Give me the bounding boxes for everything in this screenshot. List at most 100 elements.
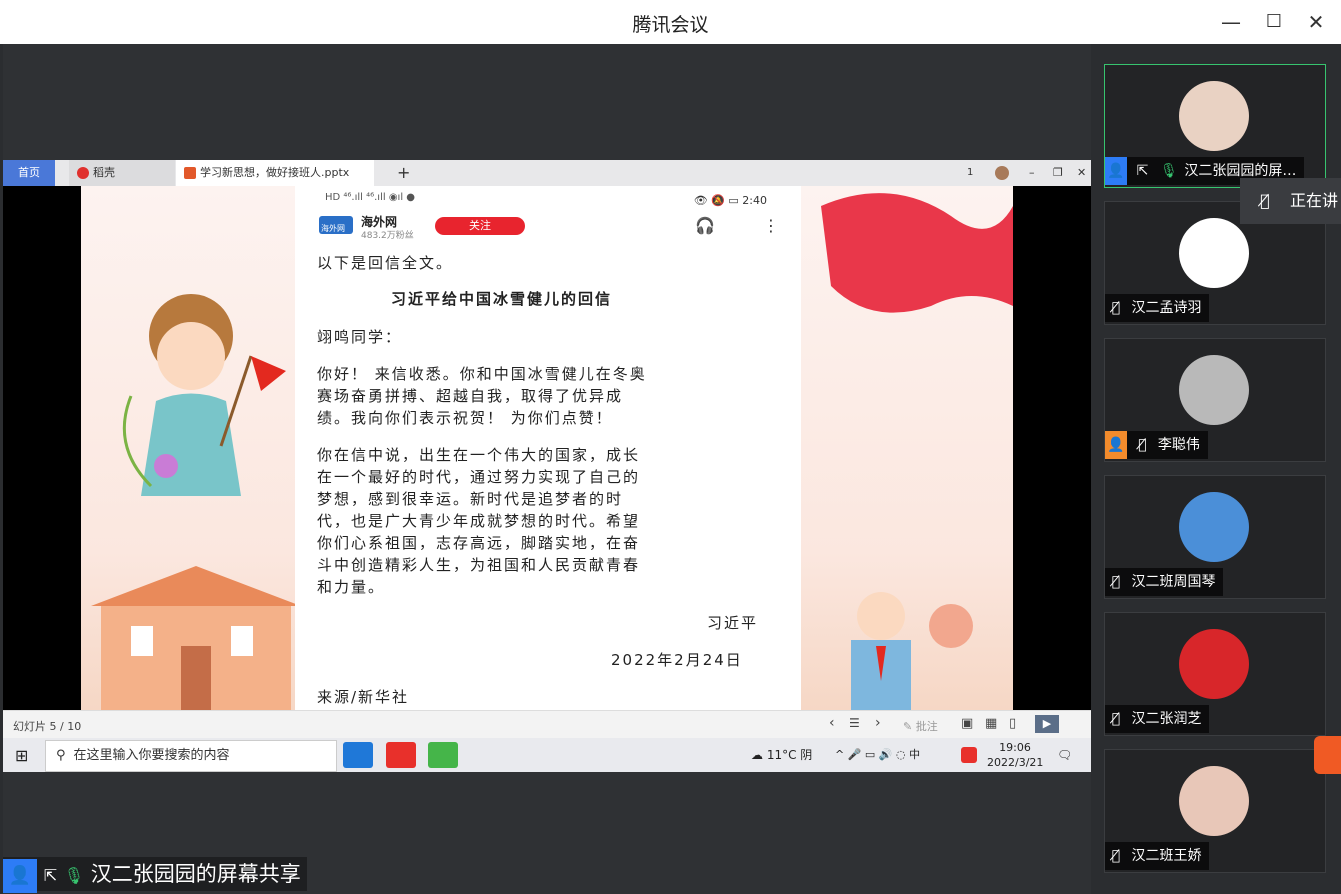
comment-button[interactable]: ✎ 批注 <box>903 718 938 734</box>
weather-text: 11°C 阴 <box>766 748 813 762</box>
letter-title: 习近平给中国冰雪健儿的回信 <box>391 290 613 308</box>
reading-view-icon[interactable]: ▯ <box>1009 716 1016 731</box>
participant-name: 李聪伟 <box>1157 437 1200 453</box>
windows-taskbar: ⊞ ⚲ 在这里输入你要搜索的内容 ☁ 11°C 阴 ^ 🎤 ▭ 🔊 ◌ 中 19:… <box>3 738 1091 772</box>
wps-close-button[interactable]: ✕ <box>1069 160 1086 186</box>
slide-counter: 幻灯片 5 / 10 <box>13 720 82 733</box>
participant-name: 汉二班王娇 <box>1131 848 1202 864</box>
tab-home[interactable]: 首页 <box>3 160 55 186</box>
account-fans: 483.2万粉丝 <box>361 231 414 241</box>
letter-intro: 以下是回信全文。 <box>317 254 454 272</box>
participant-label: 🎙̸ 汉二张润芝 <box>1105 705 1210 733</box>
avatar <box>1179 218 1249 288</box>
tab-daoke-label: 稻壳 <box>93 166 115 179</box>
wps-app-icon[interactable] <box>386 742 416 768</box>
participant-name: 汉二张园园的屏… <box>1184 163 1297 179</box>
ime-indicator: 中 <box>909 748 921 761</box>
house-illustration <box>91 566 301 710</box>
letter-date: 2022年2月24日 <box>611 651 743 669</box>
letter-line: 你们心系祖国，志存高远，脚踏实地，在奋 <box>317 534 641 552</box>
muted-microphone-icon: 🎙̸ <box>1111 574 1121 590</box>
letter-signature: 习近平 <box>707 614 759 632</box>
toast-text: 正在讲 <box>1290 191 1339 210</box>
letter-line: 你在信中说，出生在一个伟大的国家，成长 <box>317 446 641 464</box>
play-slideshow-icon[interactable]: ▶ <box>1035 715 1059 733</box>
phone-status-right: 👁 🔕 ▭ 2:40 <box>693 194 767 207</box>
sorter-view-icon[interactable]: ▦ <box>985 716 997 731</box>
letter-source: 来源/新华社 <box>317 688 410 706</box>
sogou-float-icon[interactable] <box>1314 736 1341 774</box>
participant-label: 🎙̸ 汉二孟诗羽 <box>1105 294 1210 322</box>
outline-icon[interactable]: ☰ <box>849 716 860 730</box>
letter-line: 你好！ 来信收悉。你和中国冰雪健儿在冬奥 <box>317 365 647 383</box>
letter-line: 代，也是广大青少年成就梦想的时代。希望 <box>317 512 641 530</box>
close-button[interactable]: ✕ <box>1302 8 1330 36</box>
participant-name: 汉二班周国琴 <box>1131 574 1216 590</box>
wps-restore-button[interactable]: ❐ <box>1045 160 1063 186</box>
microphone-icon: 🎙 <box>63 866 85 885</box>
wps-minimize-button[interactable]: – <box>1021 160 1035 186</box>
avatar <box>1179 355 1249 425</box>
participant-tile[interactable]: 👤 ⇱ 🎙 汉二张园园的屏… <box>1104 64 1326 188</box>
normal-view-icon[interactable]: ▣ <box>961 716 973 731</box>
headphone-icon: 🎧 <box>695 216 715 235</box>
muted-microphone-icon: 🎙̸ <box>1260 191 1270 210</box>
clock-time: 19:06 <box>999 741 1031 754</box>
letter-salutation: 翊鸣同学： <box>317 328 403 346</box>
shared-screen: 首页 稻壳 学习新思想，做好接班人.pptx ● + 1 – ❐ ✕ <box>3 160 1091 772</box>
wps-tab-bar: 首页 稻壳 学习新思想，做好接班人.pptx ● + 1 – ❐ ✕ <box>3 160 1091 205</box>
participant-name: 汉二张润芝 <box>1131 711 1202 727</box>
muted-microphone-icon: 🎙̸ <box>1111 300 1121 316</box>
participant-label: 👤 🎙̸ 李聪伟 <box>1105 431 1208 459</box>
muted-microphone-icon: 🎙̸ <box>1111 711 1121 727</box>
microphone-icon: 🎙 <box>1160 163 1178 179</box>
account-logo: 海外网 <box>319 216 353 234</box>
taskbar-search[interactable]: ⚲ 在这里输入你要搜索的内容 <box>45 740 337 772</box>
letter-line: 梦想，感到很幸运。新时代是追梦者的时 <box>317 490 624 508</box>
participant-tile[interactable]: 🎙̸ 汉二张润芝 <box>1104 612 1326 736</box>
letter-paragraph-1: 你好！ 来信收悉。你和中国冰雪健儿在冬奥 赛场奋勇拼搏、超越自我，取得了优异成 … <box>317 363 647 429</box>
follow-button[interactable]: 关注 <box>435 217 525 235</box>
tab-pptx[interactable]: 学习新思想，做好接班人.pptx ● <box>176 160 374 205</box>
title-bar: 腾讯会议 — ☐ ✕ <box>0 0 1341 44</box>
tray-icons[interactable]: ^ 🎤 ▭ 🔊 ◌ 中 <box>835 738 920 772</box>
slide-viewport: HD ⁴⁶.ıll ⁴⁶.ıll ◉ıl ● 👁 🔕 ▭ 2:40 海外网 海外… <box>3 186 1091 710</box>
red-flag-illustration <box>821 193 1013 313</box>
windows-start-icon[interactable]: ⊞ <box>15 746 28 765</box>
screen-share-icon: ⇱ <box>1136 163 1149 179</box>
participant-tile[interactable]: 👤 🎙̸ 李聪伟 <box>1104 338 1326 462</box>
letter-line: 斗中创造精彩人生，为祖国和人民贡献青春 <box>317 556 641 574</box>
user-icon: 👤 <box>1105 157 1127 185</box>
clock-date: 2022/3/21 <box>987 756 1044 769</box>
cloud-icon: ☁ <box>751 748 763 762</box>
tab-daoke[interactable]: 稻壳 <box>69 160 175 186</box>
avatar <box>1179 766 1249 836</box>
meeting-app-icon[interactable] <box>343 742 373 768</box>
phone-screenshot: HD ⁴⁶.ıll ⁴⁶.ıll ◉ıl ● 👁 🔕 ▭ 2:40 海外网 海外… <box>295 186 801 710</box>
participant-tile[interactable]: 🎙̸ 汉二班周国琴 <box>1104 475 1326 599</box>
comment-label: 批注 <box>915 720 938 733</box>
maximize-button[interactable]: ☐ <box>1260 8 1288 36</box>
cartoon-child-illustration <box>122 294 286 496</box>
notification-icon[interactable]: 🗨 <box>1057 738 1072 772</box>
ppt-status-bar: 幻灯片 5 / 10 ‹ ☰ › ✎ 批注 ▣ ▦ ▯ ▶ <box>3 710 1091 739</box>
screen-share-icon: ⇱ <box>43 866 58 885</box>
wechat-app-icon[interactable] <box>428 742 458 768</box>
sogou-tray-icon[interactable] <box>961 747 977 763</box>
minimize-button[interactable]: — <box>1217 8 1245 36</box>
weather[interactable]: ☁ 11°C 阴 <box>751 738 812 772</box>
prev-slide-icon[interactable]: ‹ <box>829 715 835 731</box>
screen-share-label: 👤 ⇱ 🎙 汉二张园园的屏幕共享 <box>3 857 307 893</box>
add-tab-button[interactable]: + <box>389 160 410 186</box>
share-label-text: 汉二张园园的屏幕共享 <box>90 862 301 886</box>
next-slide-icon[interactable]: › <box>875 715 881 731</box>
muted-microphone-icon: 🎙̸ <box>1138 437 1147 453</box>
avatar <box>1179 629 1249 699</box>
speaking-toast: 🎙̸ 正在讲 <box>1240 178 1341 224</box>
muted-microphone-icon: 🎙̸ <box>1111 848 1121 864</box>
participant-tile[interactable]: 🎙̸ 汉二班王娇 <box>1104 749 1326 873</box>
taskbar-clock[interactable]: 19:06 2022/3/21 <box>987 740 1043 770</box>
app-title: 腾讯会议 <box>632 14 709 36</box>
user-icon: 👤 <box>3 859 37 893</box>
user-avatar-icon[interactable] <box>987 160 1009 186</box>
